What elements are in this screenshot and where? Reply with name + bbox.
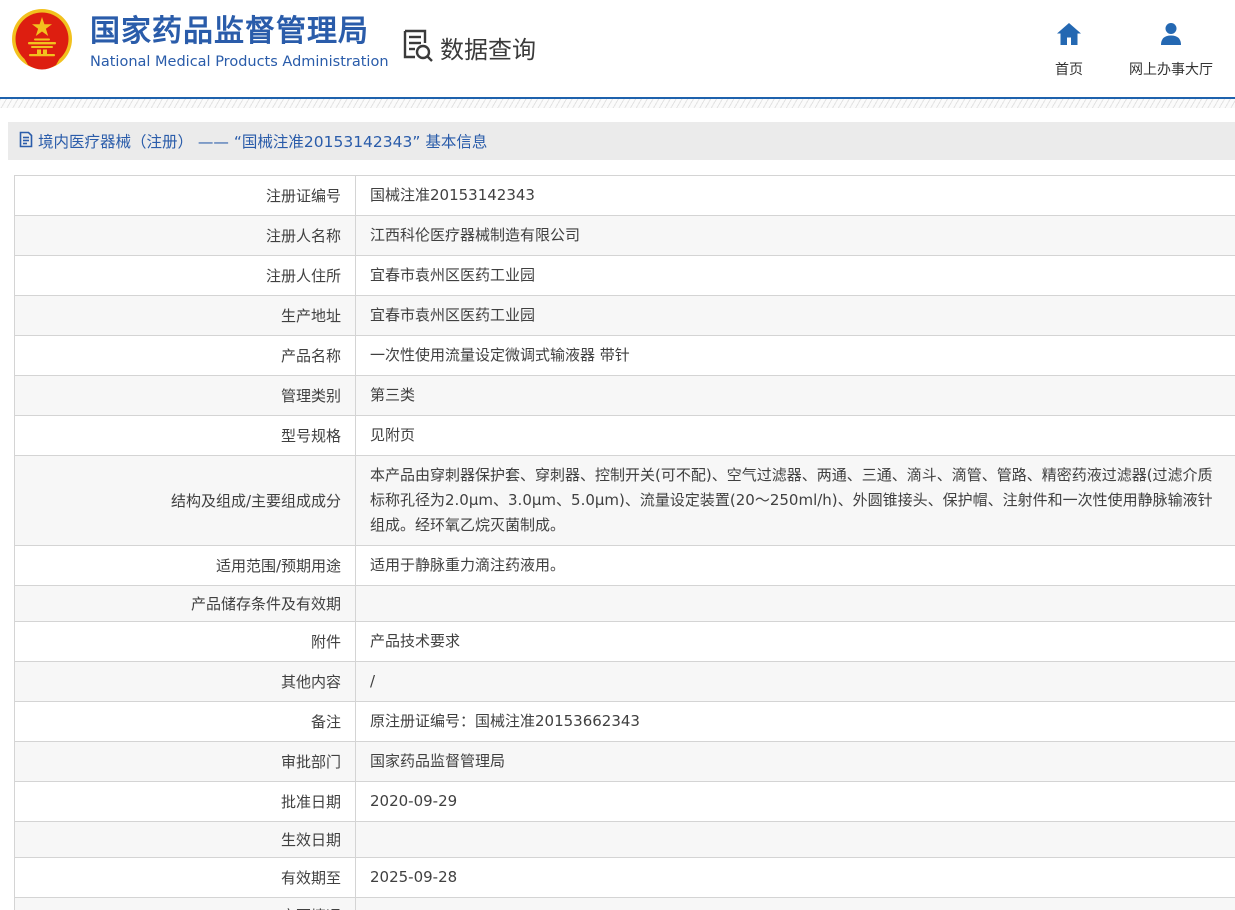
row-label: 其他内容: [280, 673, 341, 691]
row-label: 注册证编号: [265, 187, 341, 205]
row-label: 备注: [310, 713, 341, 731]
row-value: 宜春市袁州区医药工业园: [370, 306, 536, 324]
row-label: 批准日期: [280, 793, 341, 811]
row-label: 变更情况: [281, 905, 341, 910]
row-label: 附件: [310, 633, 341, 651]
page-title: 境内医疗器械（注册） —— “国械注准20153142343” 基本信息: [38, 133, 488, 151]
row-value: 江西科伦医疗器械制造有限公司: [370, 226, 581, 244]
row-label: 产品储存条件及有效期: [190, 595, 341, 613]
nav-item-home[interactable]: 首页: [1055, 22, 1083, 79]
user-icon: [1158, 22, 1184, 50]
row-value: 2020-09-29: [370, 792, 458, 810]
org-title: 国家药品监督管理局: [90, 14, 369, 49]
section-title: 数据查询: [440, 35, 536, 64]
row-value: 2025-09-28: [370, 868, 458, 886]
table-row: 结构及组成/主要组成成分 本产品由穿刺器保护套、穿刺器、控制开关(可不配)、空气…: [14, 455, 1235, 546]
table-row: 注册人名称 江西科伦医疗器械制造有限公司: [14, 215, 1235, 256]
row-label: 型号规格: [280, 427, 341, 445]
row-value: 国械注准20153142343: [370, 186, 535, 204]
table-row: 注册人住所 宜春市袁州区医药工业园: [14, 255, 1235, 296]
table-row: 备注 原注册证编号：国械注准20153662343: [14, 701, 1235, 742]
row-value: /: [370, 672, 376, 690]
row-label: 注册人住所: [265, 267, 341, 285]
row-label: 生产地址: [280, 307, 341, 325]
table-row: 生产地址 宜春市袁州区医药工业园: [14, 295, 1235, 336]
row-label: 适用范围/预期用途: [215, 557, 341, 575]
nav-item-home-label: 首页: [1055, 62, 1083, 78]
row-value: 产品技术要求: [370, 632, 461, 650]
row-label: 注册人名称: [265, 227, 341, 245]
row-label: 有效期至: [280, 869, 341, 887]
data-query-icon: [400, 27, 434, 67]
row-label: 生效日期: [280, 831, 341, 849]
nav-item-online-hall-label: 网上办事大厅: [1129, 62, 1213, 78]
row-value: 原注册证编号：国械注准20153662343: [370, 712, 640, 730]
nmpa-logo[interactable]: 国家药品监督管理局 National Medical Products Admi…: [10, 8, 389, 76]
row-value: 宜春市袁州区医药工业园: [370, 266, 536, 284]
national-emblem-icon: [10, 8, 74, 76]
registration-info-table: 注册证编号 国械注准20153142343 注册人名称 江西科伦医疗器械制造有限…: [14, 175, 1235, 910]
row-value: 第三类: [370, 386, 416, 404]
row-value: 适用于静脉重力滴注药液用。: [370, 556, 566, 574]
row-value: 一次性使用流量设定微调式输液器 带针: [370, 346, 630, 364]
nav-item-online-hall[interactable]: 网上办事大厅: [1129, 22, 1213, 79]
row-value: 见附页: [370, 426, 416, 444]
top-nav: 首页 网上办事大厅: [1055, 22, 1213, 79]
row-label: 管理类别: [280, 387, 341, 405]
table-row: 产品名称 一次性使用流量设定微调式输液器 带针: [14, 335, 1235, 376]
site-header: 国家药品监督管理局 National Medical Products Admi…: [0, 0, 1235, 99]
row-label: 产品名称: [280, 347, 341, 365]
table-row: 型号规格 见附页: [14, 415, 1235, 456]
table-row: 注册证编号 国械注准20153142343: [14, 175, 1235, 216]
row-label: 结构及组成/主要组成成分: [170, 492, 341, 510]
table-row: 有效期至 2025-09-28: [14, 857, 1235, 898]
table-row: 附件 产品技术要求: [14, 621, 1235, 662]
table-row: 其他内容 /: [14, 661, 1235, 702]
table-row: 适用范围/预期用途 适用于静脉重力滴注药液用。: [14, 545, 1235, 586]
breadcrumb-bar: 境内医疗器械（注册） —— “国械注准20153142343” 基本信息: [8, 122, 1235, 160]
table-row: 批准日期 2020-09-29: [14, 781, 1235, 822]
data-query-section[interactable]: 数据查询: [400, 27, 536, 67]
table-row: 生效日期: [14, 821, 1235, 858]
row-value: 国家药品监督管理局: [370, 752, 506, 770]
row-value: 本产品由穿刺器保护套、穿刺器、控制开关(可不配)、空气过滤器、两通、三通、滴斗、…: [370, 466, 1213, 534]
table-row: 变更情况: [14, 897, 1235, 910]
org-subtitle: National Medical Products Administration: [90, 54, 389, 70]
table-row: 产品储存条件及有效期: [14, 585, 1235, 622]
table-row: 管理类别 第三类: [14, 375, 1235, 416]
header-hatch-divider: [0, 99, 1235, 108]
table-row: 审批部门 国家药品监督管理局: [14, 741, 1235, 782]
document-icon: [19, 131, 33, 152]
row-label: 审批部门: [280, 753, 341, 771]
home-icon: [1056, 22, 1082, 50]
